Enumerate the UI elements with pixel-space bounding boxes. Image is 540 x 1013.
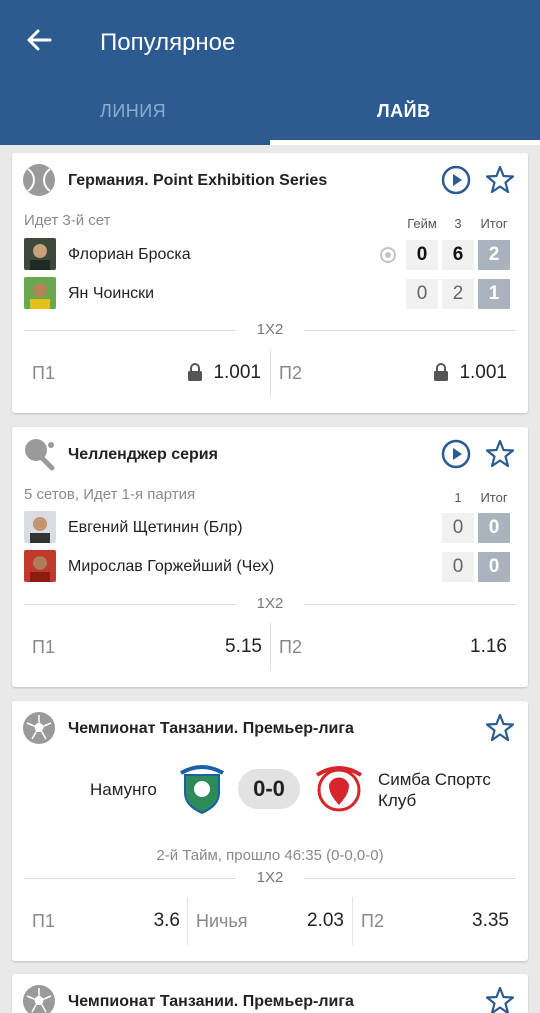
tab-live[interactable]: ЛАЙВ <box>377 101 431 122</box>
soccer-ball-icon <box>23 985 55 1013</box>
home-team-name: Намунго <box>90 780 157 799</box>
table-tennis-icon <box>25 439 55 471</box>
favorite-star-icon[interactable] <box>484 164 516 196</box>
odds-value: 1.001 <box>459 362 507 383</box>
player-name: Евгений Щетинин (Блр) <box>68 519 243 536</box>
score-cell: 0 <box>406 279 438 309</box>
tennis-ball-icon <box>23 164 55 196</box>
odds-button-draw[interactable]: Ничья 2.03 <box>188 896 352 946</box>
event-card[interactable]: Чемпионат Танзании. Премьер-лига <box>12 974 528 1013</box>
odds-value: 3.6 <box>153 910 180 931</box>
player-name: Ян Чоински <box>68 285 155 302</box>
player-avatar <box>24 277 56 309</box>
market-label: 1X2 <box>236 869 304 886</box>
play-video-icon[interactable] <box>440 164 472 196</box>
event-card[interactable]: Германия. Point Exhibition Series Идет 3… <box>12 153 528 413</box>
play-video-icon[interactable] <box>440 438 472 470</box>
odds-button-p2[interactable]: П2 3.35 <box>353 896 528 946</box>
odds-label: П1 <box>32 911 55 931</box>
event-card[interactable]: Челленджер серия 5 сетов, Идет 1-я парти… <box>12 427 528 687</box>
column-header: 1 <box>454 490 462 505</box>
favorite-star-icon[interactable] <box>484 438 516 470</box>
player-avatar <box>24 511 56 543</box>
page-title: Популярное <box>100 29 236 56</box>
lock-icon <box>188 363 202 381</box>
total-score-cell: 0 <box>478 513 510 543</box>
column-header: Гейм <box>407 216 437 231</box>
match-status: 5 сетов, Идет 1-я партия <box>24 486 196 503</box>
total-score-cell: 1 <box>478 279 510 309</box>
match-status: Идет 3-й сет <box>24 212 111 229</box>
odds-value: 2.03 <box>307 910 344 931</box>
home-team-logo <box>180 765 224 815</box>
column-header: Итог <box>480 490 508 505</box>
league-title: Германия. Point Exhibition Series <box>68 172 328 189</box>
tab-line[interactable]: ЛИНИЯ <box>100 101 166 122</box>
player-name: Флориан Броска <box>68 246 191 263</box>
serving-indicator-icon <box>380 247 396 263</box>
column-header: Итог <box>480 216 508 231</box>
odds-button-p1[interactable]: П1 1.001 <box>12 348 270 398</box>
odds-label: П1 <box>32 637 55 657</box>
back-arrow-icon[interactable] <box>22 22 58 58</box>
league-title: Чемпионат Танзании. Премьер-лига <box>68 720 354 737</box>
odds-label: Ничья <box>196 911 248 931</box>
score-cell: 0 <box>406 240 438 270</box>
odds-label: П2 <box>279 363 302 383</box>
away-team-logo <box>315 766 363 812</box>
odds-button-p2[interactable]: П2 1.001 <box>271 348 528 398</box>
column-header: 3 <box>454 216 462 231</box>
total-score-cell: 2 <box>478 240 510 270</box>
score-cell: 6 <box>442 240 474 270</box>
soccer-ball-icon <box>23 712 55 744</box>
lock-icon <box>434 363 448 381</box>
favorite-star-icon[interactable] <box>484 712 516 744</box>
market-label: 1X2 <box>236 595 304 612</box>
odds-button-p1[interactable]: П1 5.15 <box>12 622 270 672</box>
active-tab-indicator <box>270 140 540 145</box>
odds-button-p2[interactable]: П2 1.16 <box>271 622 528 672</box>
odds-button-p1[interactable]: П1 3.6 <box>12 896 187 946</box>
away-team-name: Симба Спортс Клуб <box>378 770 491 810</box>
odds-label: П2 <box>361 911 384 931</box>
app-header: Популярное ЛИНИЯ ЛАЙВ <box>0 0 540 145</box>
score-cell: 0 <box>442 513 474 543</box>
league-title: Челленджер серия <box>68 446 218 463</box>
odds-value: 5.15 <box>225 636 262 657</box>
match-time-info: 2-й Тайм, прошло 46:35 (0-0,0-0) <box>156 847 384 864</box>
event-card[interactable]: Чемпионат Танзании. Премьер-лига Намунго… <box>12 701 528 961</box>
score-cell: 2 <box>442 279 474 309</box>
league-title: Чемпионат Танзании. Премьер-лига <box>68 993 354 1010</box>
match-score: 0-0 <box>238 769 300 809</box>
odds-label: П2 <box>279 637 302 657</box>
player-avatar <box>24 550 56 582</box>
player-name: Мирослав Горжейший (Чех) <box>68 558 275 575</box>
score-cell: 0 <box>442 552 474 582</box>
total-score-cell: 0 <box>478 552 510 582</box>
player-avatar <box>24 238 56 270</box>
odds-value: 1.001 <box>213 362 261 383</box>
odds-value: 1.16 <box>470 636 507 657</box>
market-label: 1X2 <box>236 321 304 338</box>
odds-label: П1 <box>32 363 55 383</box>
odds-value: 3.35 <box>472 910 509 931</box>
favorite-star-icon[interactable] <box>484 985 516 1013</box>
